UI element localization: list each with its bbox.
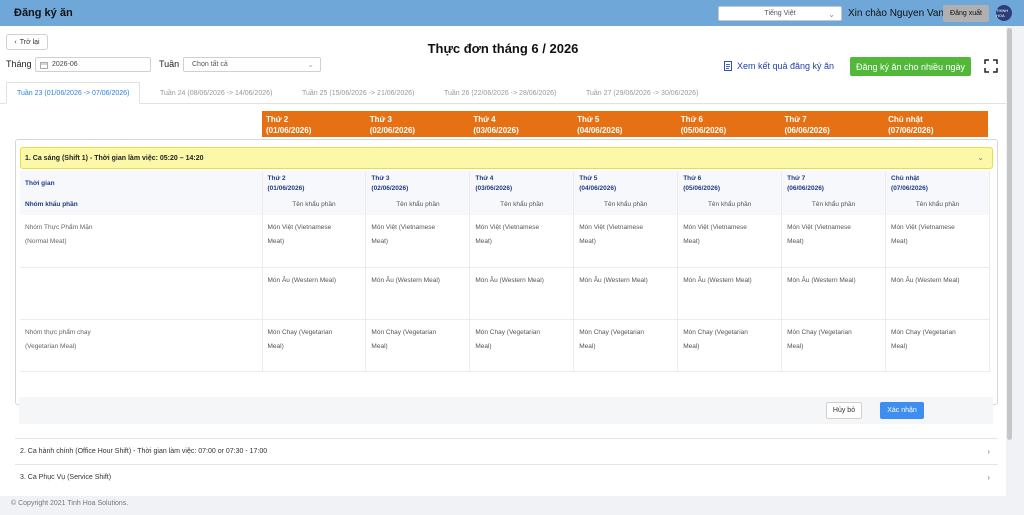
chevron-down-icon: ⌄ xyxy=(307,60,314,69)
week-label: Tuần xyxy=(159,59,180,69)
shift-3-header[interactable]: 3. Ca Phục Vụ (Service Shift) › xyxy=(15,464,998,490)
meal-cell[interactable]: Món Âu (Western Meal) xyxy=(365,267,471,320)
group-header: Nhóm khẩu phần xyxy=(20,197,263,215)
app-title: Đăng ký ăn xyxy=(14,7,73,19)
shift-3-title: 3. Ca Phục Vụ (Service Shift) xyxy=(20,474,112,481)
meal-cell[interactable]: Món Chay (Vegetarian Meal) xyxy=(677,319,783,372)
tab-week-23[interactable]: Tuần 23 (01/06/2026 -> 07/06/2026) xyxy=(6,82,141,104)
col-day-sat: Thứ 7 (06/06/2026) xyxy=(781,171,887,197)
page-title: Thực đơn tháng 6 / 2026 xyxy=(427,41,579,56)
col-day-thu: Thứ 5 (04/06/2026) xyxy=(573,171,679,197)
meal-cell[interactable]: Món Âu (Western Meal) xyxy=(885,267,990,320)
chevron-down-icon: ⌄ xyxy=(828,10,835,19)
logout-button[interactable]: Đăng xuất xyxy=(943,5,989,22)
table-header-row: Thời gian Thứ 2 (01/06/2026) Thứ 3 (02/06/… xyxy=(20,171,990,197)
user-greeting: Xin chào Nguyen Van A xyxy=(848,8,953,19)
week-value: Chọn tất cả xyxy=(192,61,228,68)
meal-cell[interactable]: Món Chay (Vegetarian Meal) xyxy=(573,319,679,372)
menu-table: Thời gian Thứ 2 (01/06/2026) Thứ 3 (02/06/… xyxy=(20,171,990,372)
day-header-tue: Thứ 3 (02/06/2026) xyxy=(369,115,416,135)
shift-1-header[interactable]: 1. Ca sáng (Shift 1) - Thời gian làm việ… xyxy=(20,147,993,169)
ration-header: Tên khẩu phần xyxy=(262,197,367,215)
day-header-wed: Thứ 4 (03/06/2026) xyxy=(473,115,519,135)
meal-cell[interactable]: Món Âu (Western Meal) xyxy=(781,267,887,320)
group-cell: Nhóm Thực Phẩm Mặn (Normal Meat) xyxy=(20,215,263,268)
tab-week-27[interactable]: Tuần 27 (29/06/2026 -> 30/06/2026) xyxy=(576,82,708,104)
ration-header: Tên khẩu phần xyxy=(677,197,783,215)
shift-2-title: 2. Ca hành chính (Office Hour Shift) - T… xyxy=(20,448,268,455)
fullscreen-icon[interactable] xyxy=(984,59,998,73)
week-select[interactable]: Chọn tất cả ⌄ xyxy=(183,57,321,72)
meal-cell[interactable]: Món Việt (Vietnamese Meat) xyxy=(781,215,887,268)
table-row: Nhóm thực phẩm chay (Vegetarian Meal) Món… xyxy=(20,319,990,372)
meal-cell[interactable]: Món Chay (Vegetarian Meal) xyxy=(885,319,990,372)
month-input[interactable]: 2026-06 xyxy=(35,57,151,72)
ration-header: Tên khẩu phần xyxy=(365,197,471,215)
language-value: Tiếng Việt xyxy=(764,10,796,17)
page-scrollbar[interactable] xyxy=(1007,28,1012,440)
month-label: Tháng xyxy=(6,59,32,69)
month-value: 2026-06 xyxy=(52,61,78,68)
meal-cell[interactable]: Món Âu (Western Meal) xyxy=(262,267,367,320)
day-header-sun: Chủ nhật (07/06/2026) xyxy=(888,115,934,135)
table-row: Nhóm Thực Phẩm Mặn (Normal Meat) Món Việt… xyxy=(20,215,990,268)
meal-cell[interactable]: Món Việt (Vietnamese Meat) xyxy=(262,215,367,268)
chevron-right-icon: › xyxy=(987,447,990,456)
tab-week-26[interactable]: Tuần 26 (22/06/2026 -> 28/06/2026) xyxy=(434,82,566,104)
document-icon xyxy=(724,61,732,71)
col-day-wed: Thứ 4 (03/06/2026) xyxy=(469,171,575,197)
meal-cell[interactable]: Món Chay (Vegetarian Meal) xyxy=(469,319,575,372)
ration-header: Tên khẩu phần xyxy=(885,197,990,215)
main-content: ‹ Trở lại Thực đơn tháng 6 / 2026 Tháng … xyxy=(0,26,1006,496)
group-cell: Nhóm thực phẩm chay (Vegetarian Meal) xyxy=(20,319,263,372)
meal-cell[interactable]: Món Việt (Vietnamese Meat) xyxy=(677,215,783,268)
col-day-tue: Thứ 3 (02/06/2026) xyxy=(365,171,471,197)
meal-cell[interactable]: Món Chay (Vegetarian Meal) xyxy=(365,319,471,372)
meal-cell[interactable]: Món Chay (Vegetarian Meal) xyxy=(781,319,887,372)
copyright: © Copyright 2021 Tinh Hoa Solutions. xyxy=(11,500,129,507)
day-header-fri: Thứ 6 (05/06/2026) xyxy=(680,115,727,135)
top-bar: Đăng ký ăn Tiếng Việt ⌄ Xin chào Nguyen … xyxy=(0,0,1024,26)
shift-1-title: 1. Ca sáng (Shift 1) - Thời gian làm việ… xyxy=(25,154,204,162)
chevron-down-icon: ⌄ xyxy=(977,153,984,162)
view-results-link[interactable]: Xem kết quả đăng ký ăn xyxy=(724,61,834,71)
company-logo: THINH HOA xyxy=(996,5,1012,21)
meal-cell[interactable]: Món Chay (Vegetarian Meal) xyxy=(262,319,367,372)
col-day-sun: Chủ nhật (07/06/2026) xyxy=(885,171,990,197)
meal-cell[interactable]: Món Âu (Western Meal) xyxy=(677,267,783,320)
meal-cell[interactable]: Món Việt (Vietnamese Meat) xyxy=(365,215,471,268)
day-header-thu: Thứ 5 (04/06/2026) xyxy=(577,115,623,135)
meal-cell[interactable]: Món Việt (Vietnamese Meat) xyxy=(573,215,679,268)
day-header-sat: Thứ 7 (06/06/2026) xyxy=(784,115,830,135)
calendar-icon xyxy=(40,61,48,69)
col-day-fri: Thứ 6 (05/06/2026) xyxy=(677,171,783,197)
table-row: Món Âu (Western Meal) Món Âu (Western Me… xyxy=(20,267,990,320)
day-header-mon: Thứ 2 (01/06/2026) xyxy=(266,115,312,135)
view-results-label: Xem kết quả đăng ký ăn xyxy=(737,61,835,71)
time-header: Thời gian xyxy=(20,171,263,197)
cancel-button[interactable]: Hủy bỏ xyxy=(826,402,862,419)
day-header-bar: Thứ 2 (01/06/2026) Thứ 3 (02/06/2026) Thứ … xyxy=(262,111,988,137)
shift-1-panel: 1. Ca sáng (Shift 1) - Thời gian làm việ… xyxy=(15,139,998,408)
ration-header: Tên khẩu phần xyxy=(781,197,887,215)
meal-cell[interactable]: Món Việt (Vietnamese Meat) xyxy=(885,215,990,268)
tab-week-24[interactable]: Tuần 24 (08/06/2026 -> 14/06/2026) xyxy=(150,82,282,104)
meal-cell[interactable]: Món Âu (Western Meal) xyxy=(469,267,575,320)
register-multiple-days-button[interactable]: Đăng ký ăn cho nhiều ngày xyxy=(850,57,971,76)
language-select[interactable]: Tiếng Việt ⌄ xyxy=(718,6,842,21)
ration-header: Tên khẩu phần xyxy=(469,197,575,215)
week-tabs: Tuần 23 (01/06/2026 -> 07/06/2026) Tuần … xyxy=(0,82,1006,104)
shift-2-header[interactable]: 2. Ca hành chính (Office Hour Shift) - T… xyxy=(15,438,998,464)
table-subheader-row: Nhóm khẩu phần Tên khẩu phần Tên khẩu ph… xyxy=(20,197,990,215)
meal-cell[interactable]: Món Việt (Vietnamese Meat) xyxy=(469,215,575,268)
chevron-right-icon: › xyxy=(987,473,990,482)
group-cell xyxy=(20,267,263,320)
col-day-mon: Thứ 2 (01/06/2026) xyxy=(262,171,367,197)
confirm-button[interactable]: Xác nhận xyxy=(880,402,924,419)
tab-week-25[interactable]: Tuần 25 (15/06/2026 -> 21/06/2026) xyxy=(292,82,424,104)
ration-header: Tên khẩu phần xyxy=(573,197,679,215)
meal-cell[interactable]: Món Âu (Western Meal) xyxy=(573,267,679,320)
